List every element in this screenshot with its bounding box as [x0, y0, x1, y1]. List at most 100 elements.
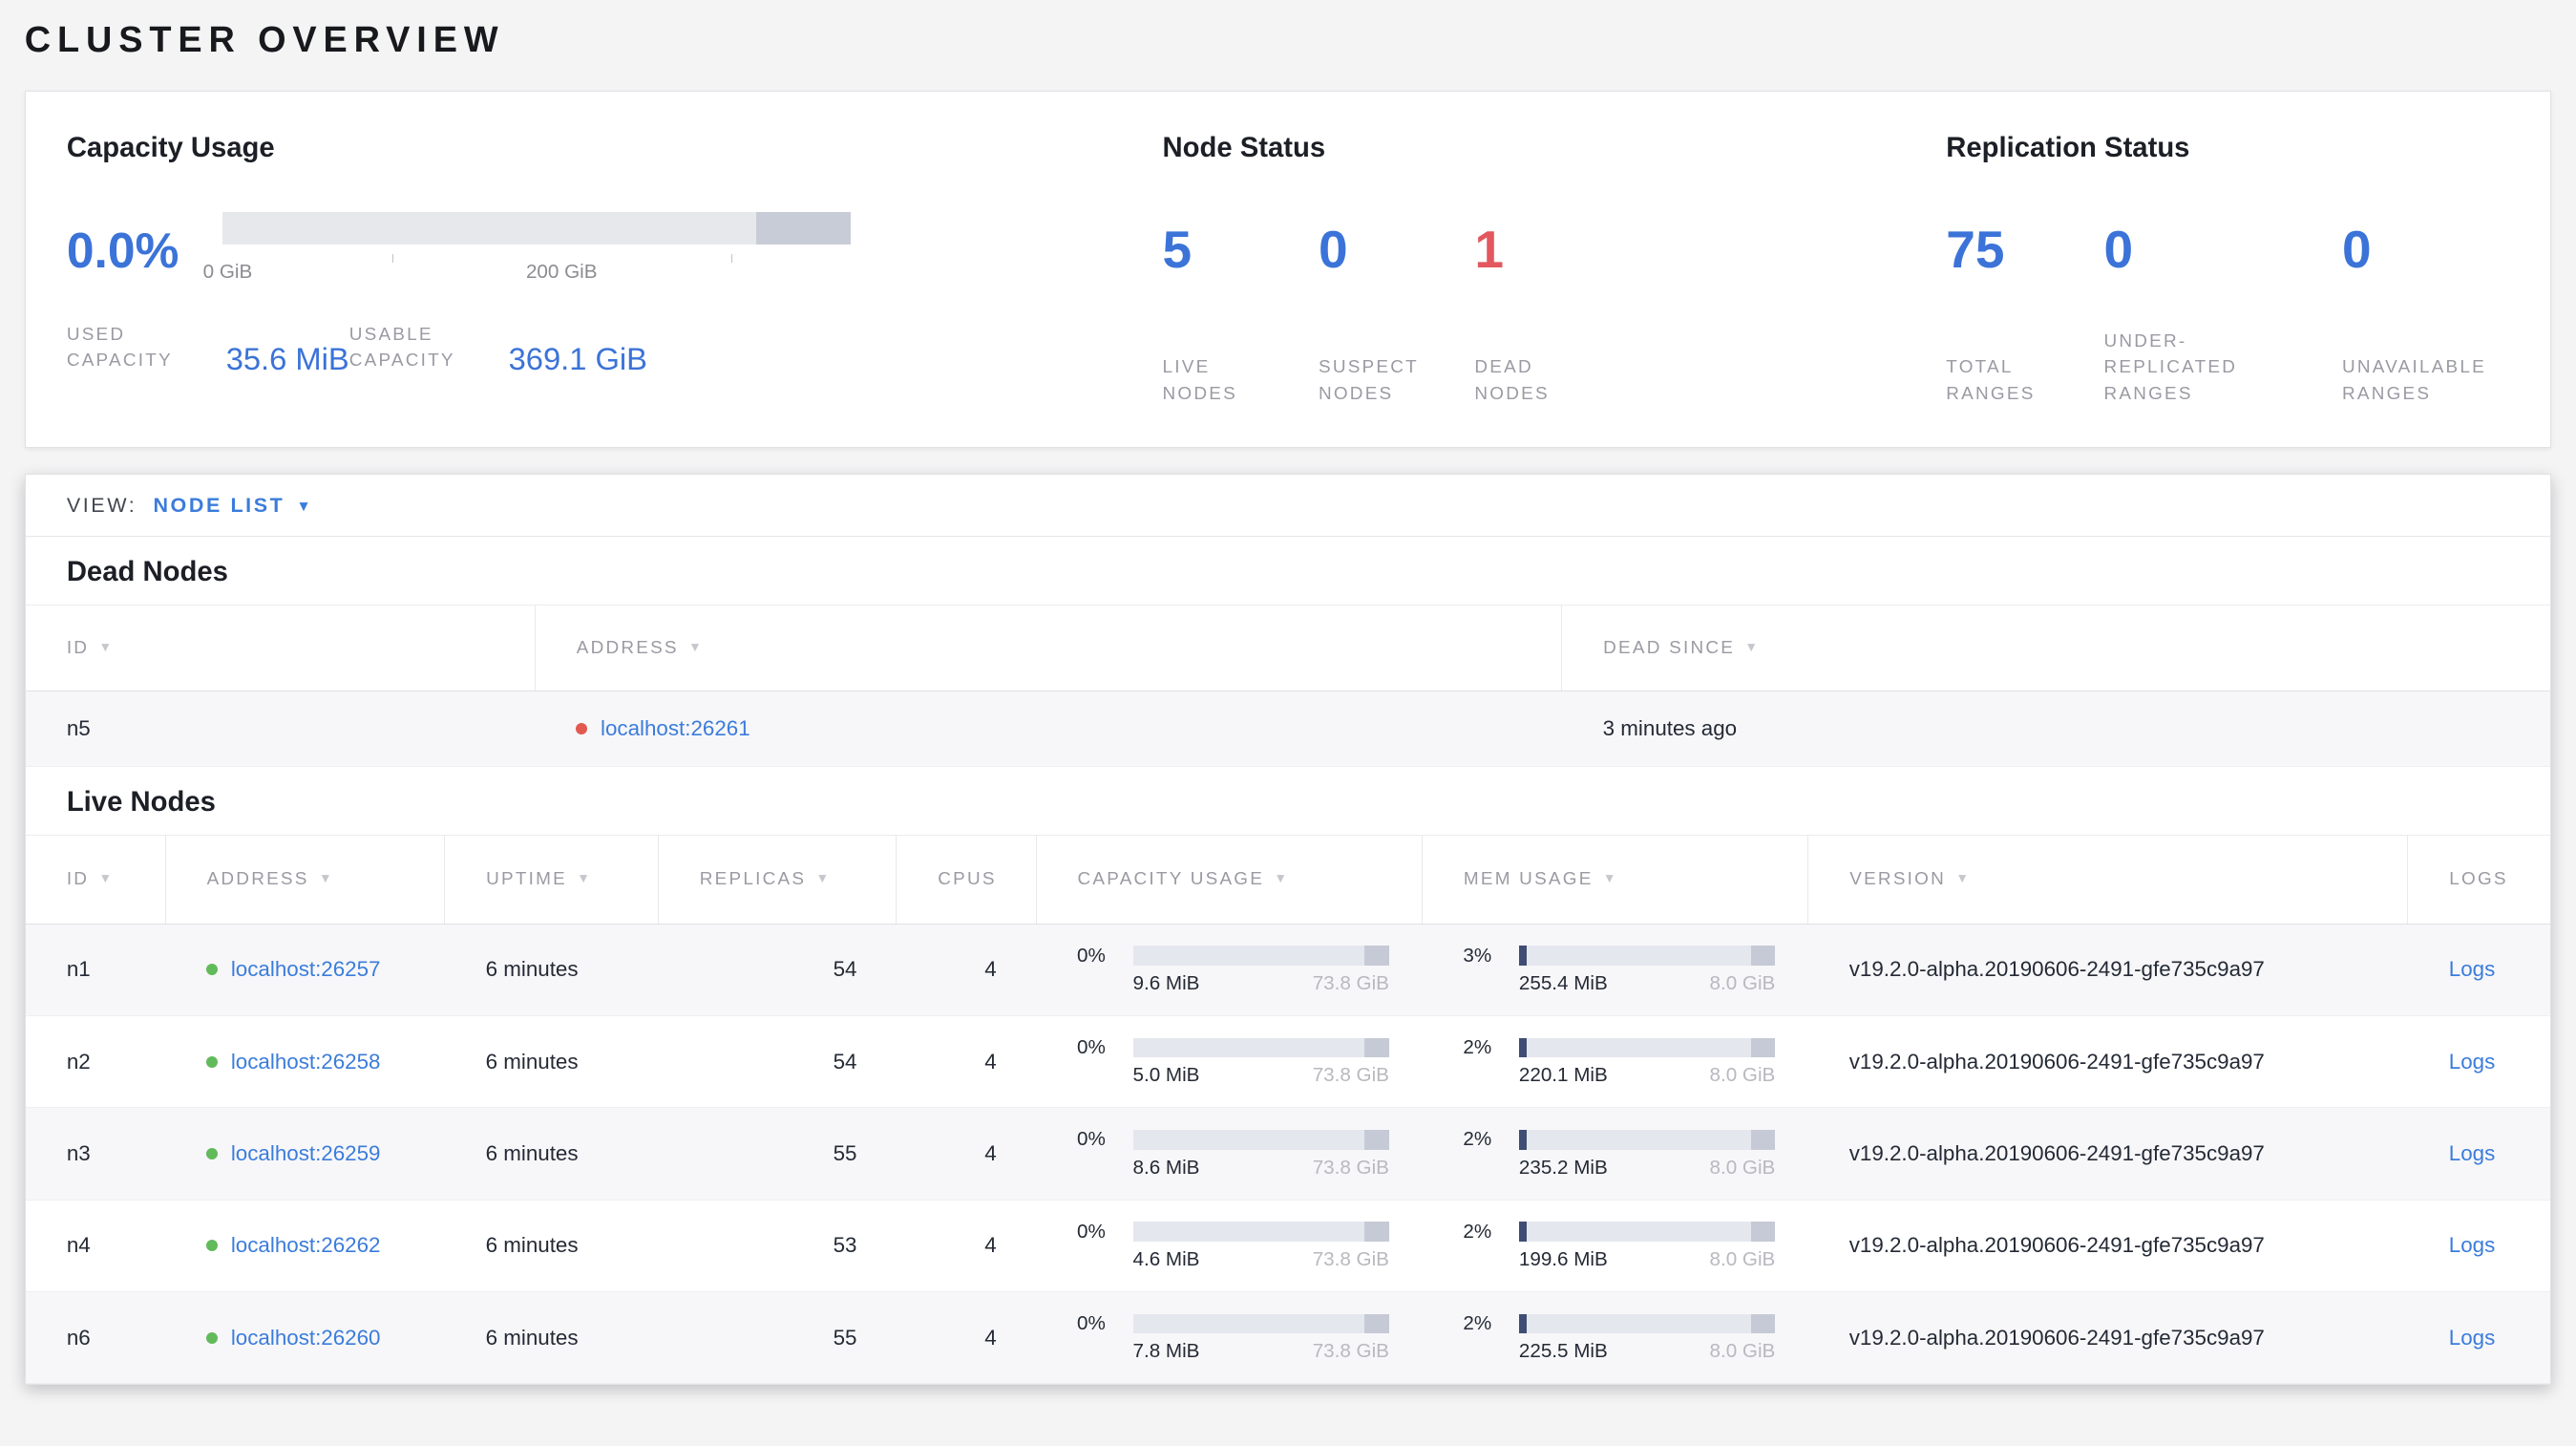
- column-header[interactable]: DEAD SINCE ▼: [1561, 605, 2551, 691]
- capacity-percent: 0%: [1077, 1220, 1106, 1243]
- bar-fill: [1518, 1130, 1528, 1150]
- logs-cell: Logs: [2408, 1108, 2550, 1200]
- stat-label: USED CAPACITY: [66, 324, 173, 372]
- capacity-stat: USABLE CAPACITY 369.1 GiB: [349, 322, 647, 377]
- column-header[interactable]: REPLICAS ▼: [658, 835, 897, 925]
- column-header-label: ADDRESS: [206, 868, 309, 889]
- live-node-row: n3 localhost:26259 6 minutes 55 4 0% 8.6…: [25, 1107, 2551, 1201]
- bar-endcap: [1750, 1222, 1776, 1243]
- stat-value: 5: [1162, 219, 1193, 279]
- stat-label: UNAVAILABLE RANGES: [2341, 357, 2487, 404]
- mem-percent: 2%: [1463, 1312, 1492, 1335]
- logs-link[interactable]: Logs: [2449, 957, 2496, 981]
- node-version: v19.2.0-alpha.20190606-2491-gfe735c9a97: [1848, 1233, 2265, 1258]
- live-node-row: n4 localhost:26262 6 minutes 53 4 0% 4.6…: [25, 1200, 2551, 1292]
- capacity-total-value: 73.8 GiB: [1312, 1156, 1389, 1179]
- sort-arrow-icon: ▼: [815, 870, 832, 885]
- live-status-dot: [206, 964, 219, 976]
- bar-endcap: [1750, 1313, 1776, 1334]
- dead-node-row: n5 localhost:26261 3 minutes ago: [25, 691, 2551, 767]
- axis-tick-mark: [730, 254, 733, 263]
- logs-cell: Logs: [2408, 1292, 2550, 1384]
- mem-usage-bar: [1518, 1130, 1776, 1150]
- node-address-link[interactable]: localhost:26257: [231, 957, 381, 982]
- node-address-link[interactable]: localhost:26261: [601, 716, 750, 741]
- capacity-usage-cell: 0% 8.6 MiB 73.8 GiB: [1036, 1108, 1422, 1200]
- column-header[interactable]: UPTIME ▼: [444, 835, 659, 925]
- capacity-bar: 0 GiB 200 GiB: [203, 211, 851, 291]
- capacity-percent: 0%: [1077, 944, 1106, 967]
- mem-percent: 2%: [1463, 1128, 1492, 1151]
- replication-status-title: Replication Status: [1946, 132, 2190, 163]
- column-header[interactable]: ADDRESS ▼: [535, 605, 1563, 691]
- capacity-usage-cell: 0% 7.8 MiB 73.8 GiB: [1036, 1292, 1422, 1384]
- mem-percent: 3%: [1463, 944, 1492, 967]
- logs-link[interactable]: Logs: [2449, 1141, 2496, 1165]
- stat-value: 0: [2341, 219, 2372, 279]
- sort-arrow-icon: ▼: [688, 639, 704, 654]
- bar-endcap: [1364, 1037, 1389, 1058]
- node-status-title: Node Status: [1162, 132, 1326, 163]
- mem-percent: 2%: [1463, 1036, 1492, 1059]
- column-header[interactable]: ADDRESS ▼: [165, 835, 446, 925]
- column-header[interactable]: CAPACITY USAGE ▼: [1036, 835, 1423, 925]
- sort-arrow-icon: ▼: [1744, 639, 1761, 654]
- node-address-link[interactable]: localhost:26260: [231, 1326, 381, 1350]
- mem-used-value: 235.2 MiB: [1518, 1156, 1608, 1179]
- live-node-row: n1 localhost:26257 6 minutes 54 4 0% 9.6…: [25, 924, 2551, 1016]
- logs-link[interactable]: Logs: [2449, 1233, 2496, 1257]
- node-version: v19.2.0-alpha.20190606-2491-gfe735c9a97: [1848, 1141, 2265, 1165]
- node-status-section: Node Status 5 LIVE NODES 0 SUSPECT NODES…: [1163, 133, 1947, 408]
- bar-fill: [1518, 1037, 1528, 1058]
- column-header-label: CAPACITY USAGE: [1077, 868, 1265, 889]
- column-header[interactable]: CPUS▼: [896, 835, 1037, 925]
- chevron-down-icon: ▼: [296, 498, 311, 515]
- logs-link[interactable]: Logs: [2449, 1050, 2496, 1074]
- replication-stats: 75 TOTAL RANGES 0 UNDER-REPLICATED RANGE…: [1946, 223, 2509, 408]
- column-header[interactable]: LOGS▼: [2407, 835, 2551, 925]
- node-address-cell: localhost:26257: [165, 924, 445, 1015]
- capacity-usage-bar: [1132, 1222, 1389, 1243]
- dead-nodes-table: ID ▼ ADDRESS ▼ DEAD SINCE ▼ n5 localhost…: [25, 605, 2551, 767]
- capacity-usage-bar: [1132, 1130, 1389, 1150]
- node-address-link[interactable]: localhost:26258: [231, 1050, 381, 1074]
- node-address-link[interactable]: localhost:26259: [231, 1141, 381, 1166]
- capacity-stats: USED CAPACITY 35.6 MiB USABLE CAPACITY 3…: [66, 322, 1163, 377]
- node-replicas: 54: [833, 957, 857, 982]
- capacity-usage-bar: [1132, 946, 1389, 967]
- node-cpus: 4: [984, 1325, 997, 1350]
- sort-arrow-icon: ▼: [318, 870, 334, 885]
- capacity-usage-cell: 0% 9.6 MiB 73.8 GiB: [1036, 924, 1422, 1015]
- logs-link[interactable]: Logs: [2449, 1326, 2496, 1350]
- sort-arrow-icon: ▼: [577, 870, 593, 885]
- node-cpus: 4: [984, 1049, 997, 1074]
- mem-usage-cell: 2% 235.2 MiB 8.0 GiB: [1422, 1108, 1807, 1200]
- mem-usage-bar: [1518, 946, 1776, 967]
- stat-value: 369.1 GiB: [508, 341, 647, 377]
- view-mode-dropdown[interactable]: VIEW: NODE LIST ▼: [25, 475, 2551, 538]
- replication-status-section: Replication Status 75 TOTAL RANGES 0 UND…: [1946, 133, 2509, 408]
- column-header-label: LOGS: [2449, 868, 2508, 889]
- bar-endcap: [1364, 1313, 1389, 1334]
- column-header[interactable]: VERSION ▼: [1807, 835, 2409, 925]
- node-replicas: 53: [833, 1233, 857, 1258]
- logs-cell: Logs: [2408, 1015, 2550, 1107]
- node-list-panel: VIEW: NODE LIST ▼ Dead Nodes ID ▼ ADDRESS…: [24, 474, 2552, 1386]
- stat-value: 0: [2103, 219, 2134, 279]
- stat-label: LIVE NODES: [1162, 357, 1237, 404]
- node-address-link[interactable]: localhost:26262: [231, 1233, 381, 1258]
- capacity-total-value: 73.8 GiB: [1312, 1340, 1389, 1363]
- column-header[interactable]: ID ▼: [25, 835, 166, 925]
- capacity-total-value: 73.8 GiB: [1312, 1247, 1389, 1270]
- sort-arrow-icon: ▼: [98, 870, 115, 885]
- sort-arrow-icon: ▼: [1274, 870, 1290, 885]
- stat-value: 35.6 MiB: [225, 341, 349, 377]
- live-nodes-table: ID▼ ADDRESS ▼ UPTIME▼ REPLICAS▼ CPUS▼ CAP…: [25, 834, 2551, 1385]
- node-address-cell: localhost:26261: [535, 691, 1561, 766]
- capacity-axis: 0 GiB 200 GiB: [203, 254, 850, 290]
- column-header[interactable]: MEM USAGE ▼: [1422, 835, 1809, 925]
- capacity-used-value: 5.0 MiB: [1132, 1064, 1200, 1087]
- column-header-label: VERSION: [1849, 868, 1946, 889]
- sort-arrow-icon: ▼: [98, 639, 115, 654]
- column-header[interactable]: ID ▼: [25, 605, 536, 691]
